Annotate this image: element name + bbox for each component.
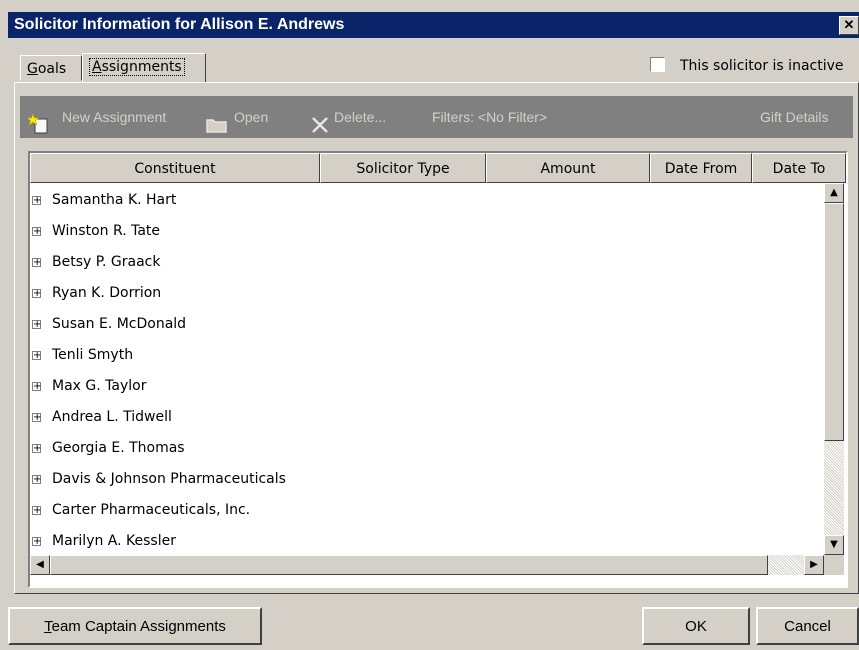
expand-plus-icon[interactable]: + [32,413,41,423]
table-row[interactable]: + Max G. Taylor [30,371,824,402]
expand-plus-icon[interactable]: + [32,444,41,454]
expand-plus-icon[interactable]: + [32,258,41,268]
constituent-name: Winston R. Tate [52,223,161,239]
new-document-icon [26,108,50,150]
tab-assignments[interactable]: Assignments [82,53,206,83]
constituent-name: Georgia E. Thomas [52,440,185,456]
expand-plus-icon[interactable]: + [32,475,41,485]
table-row[interactable]: + Davis & Johnson Pharmaceuticals [30,464,824,495]
folder-icon [206,108,228,150]
team-captain-accesskey: T [44,618,52,635]
delete-label: Delete... [334,109,387,125]
constituent-name: Betsy P. Graack [52,254,161,270]
title-bar[interactable]: Solicitor Information for Allison E. And… [8,12,859,38]
expand-plus-icon[interactable]: + [32,351,41,361]
constituent-name: Tenli Smyth [52,347,134,363]
column-header-solicitor-type[interactable]: Solicitor Type [320,153,486,183]
tab-goals[interactable]: Goals [20,55,82,81]
open-label: Open [234,109,269,125]
expand-plus-icon[interactable]: + [32,196,41,206]
tab-assignments-label: ssignments [101,59,182,75]
constituent-name: Marilyn A. Kessler [52,533,176,549]
vertical-scroll-thumb[interactable] [824,203,844,441]
horizontal-scrollbar[interactable]: ◀ ▶ [30,555,824,575]
table-row[interactable]: + Carter Pharmaceuticals, Inc. [30,495,824,526]
tab-goals-accesskey: G [27,61,38,77]
tab-assignments-focus: Assignments [89,58,185,76]
inactive-checkbox-label: This solicitor is inactive [680,58,844,74]
scroll-right-button[interactable]: ▶ [804,555,824,575]
expand-plus-icon[interactable]: + [32,537,41,547]
constituent-name: Andrea L. Tidwell [52,409,172,425]
constituent-name: Max G. Taylor [52,378,147,394]
column-header-date-to[interactable]: Date To [752,153,846,183]
constituent-name: Ryan K. Dorrion [52,285,162,301]
team-captain-label: eam Captain Assignments [51,618,226,635]
column-header-date-from[interactable]: Date From [650,153,752,183]
expand-plus-icon[interactable]: + [32,320,41,330]
inactive-checkbox[interactable] [650,57,665,72]
delete-x-icon [310,108,330,150]
table-row[interactable]: + Winston R. Tate [30,216,824,247]
new-assignment-label: New Assignment [62,109,167,125]
ok-button[interactable]: OK [642,607,750,645]
close-button[interactable]: ✕ [839,16,859,35]
team-captain-assignments-button[interactable]: Team Captain Assignments [8,607,262,645]
filters-label: Filters: <No Filter> [432,109,548,125]
scrollbar-corner [824,555,844,575]
constituent-name: Davis & Johnson Pharmaceuticals [52,471,286,487]
expand-plus-icon[interactable]: + [32,506,41,516]
scroll-left-button[interactable]: ◀ [30,555,50,575]
table-row[interactable]: + Marilyn A. Kessler [30,526,824,557]
table-row[interactable]: + Samantha K. Hart [30,185,824,216]
table-row[interactable]: + Ryan K. Dorrion [30,278,824,309]
expand-plus-icon[interactable]: + [32,382,41,392]
assignments-toolbar: New Assignment Open Delete... Filters: <… [20,96,853,138]
constituent-name: Carter Pharmaceuticals, Inc. [52,502,251,518]
table-row[interactable]: + Betsy P. Graack [30,247,824,278]
table-row[interactable]: + Andrea L. Tidwell [30,402,824,433]
constituent-name: Samantha K. Hart [52,192,177,208]
solicitor-information-window: Solicitor Information for Allison E. And… [0,0,859,650]
window-title: Solicitor Information for Allison E. And… [14,16,345,33]
gift-details-label: Gift Details [760,109,829,125]
table-row[interactable]: + Tenli Smyth [30,340,824,371]
column-header-constituent[interactable]: Constituent [30,153,320,183]
assignments-grid[interactable]: Constituent Solicitor Type Amount Date F… [28,151,848,588]
horizontal-scroll-track[interactable] [768,555,804,575]
tab-assignments-accesskey: A [92,59,102,75]
cancel-button[interactable]: Cancel [756,607,859,645]
column-header-amount[interactable]: Amount [486,153,650,183]
tab-goals-label: oals [37,61,67,77]
scroll-up-button[interactable]: ▲ [824,183,844,203]
constituent-name: Susan E. McDonald [52,316,187,332]
horizontal-scroll-thumb[interactable] [50,555,768,575]
scroll-down-button[interactable]: ▼ [824,535,844,555]
table-row[interactable]: + Georgia E. Thomas [30,433,824,464]
expand-plus-icon[interactable]: + [32,227,41,237]
table-row[interactable]: + Susan E. McDonald [30,309,824,340]
expand-plus-icon[interactable]: + [32,289,41,299]
vertical-scrollbar[interactable]: ▲ ▼ [824,183,844,555]
